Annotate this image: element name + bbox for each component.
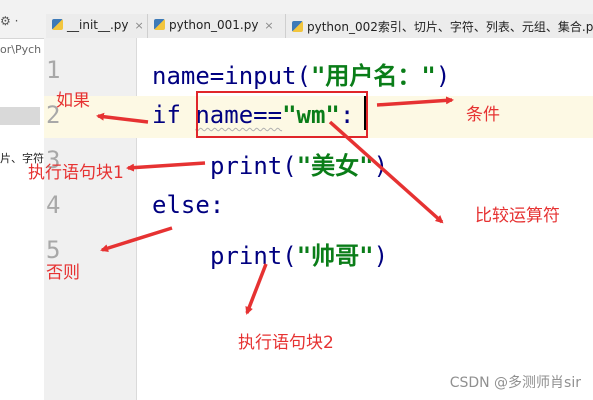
watermark: CSDN @多测师肖sir	[449, 375, 581, 391]
arrow-condition	[376, 96, 454, 107]
arrow-if	[96, 112, 149, 124]
arrow-else	[100, 226, 173, 253]
arrow-compare	[328, 120, 444, 224]
annotation-block2: 执行语句块2	[238, 333, 334, 353]
arrow-block2	[245, 263, 268, 315]
annotation-block1: 执行语句块1	[28, 163, 124, 183]
annotation-if: 如果	[56, 91, 90, 111]
arrow-block1	[126, 161, 206, 172]
annotation-condition: 条件	[466, 105, 500, 125]
annotation-compare: 比较运算符	[475, 206, 560, 226]
annotation-else: 否则	[46, 263, 80, 283]
